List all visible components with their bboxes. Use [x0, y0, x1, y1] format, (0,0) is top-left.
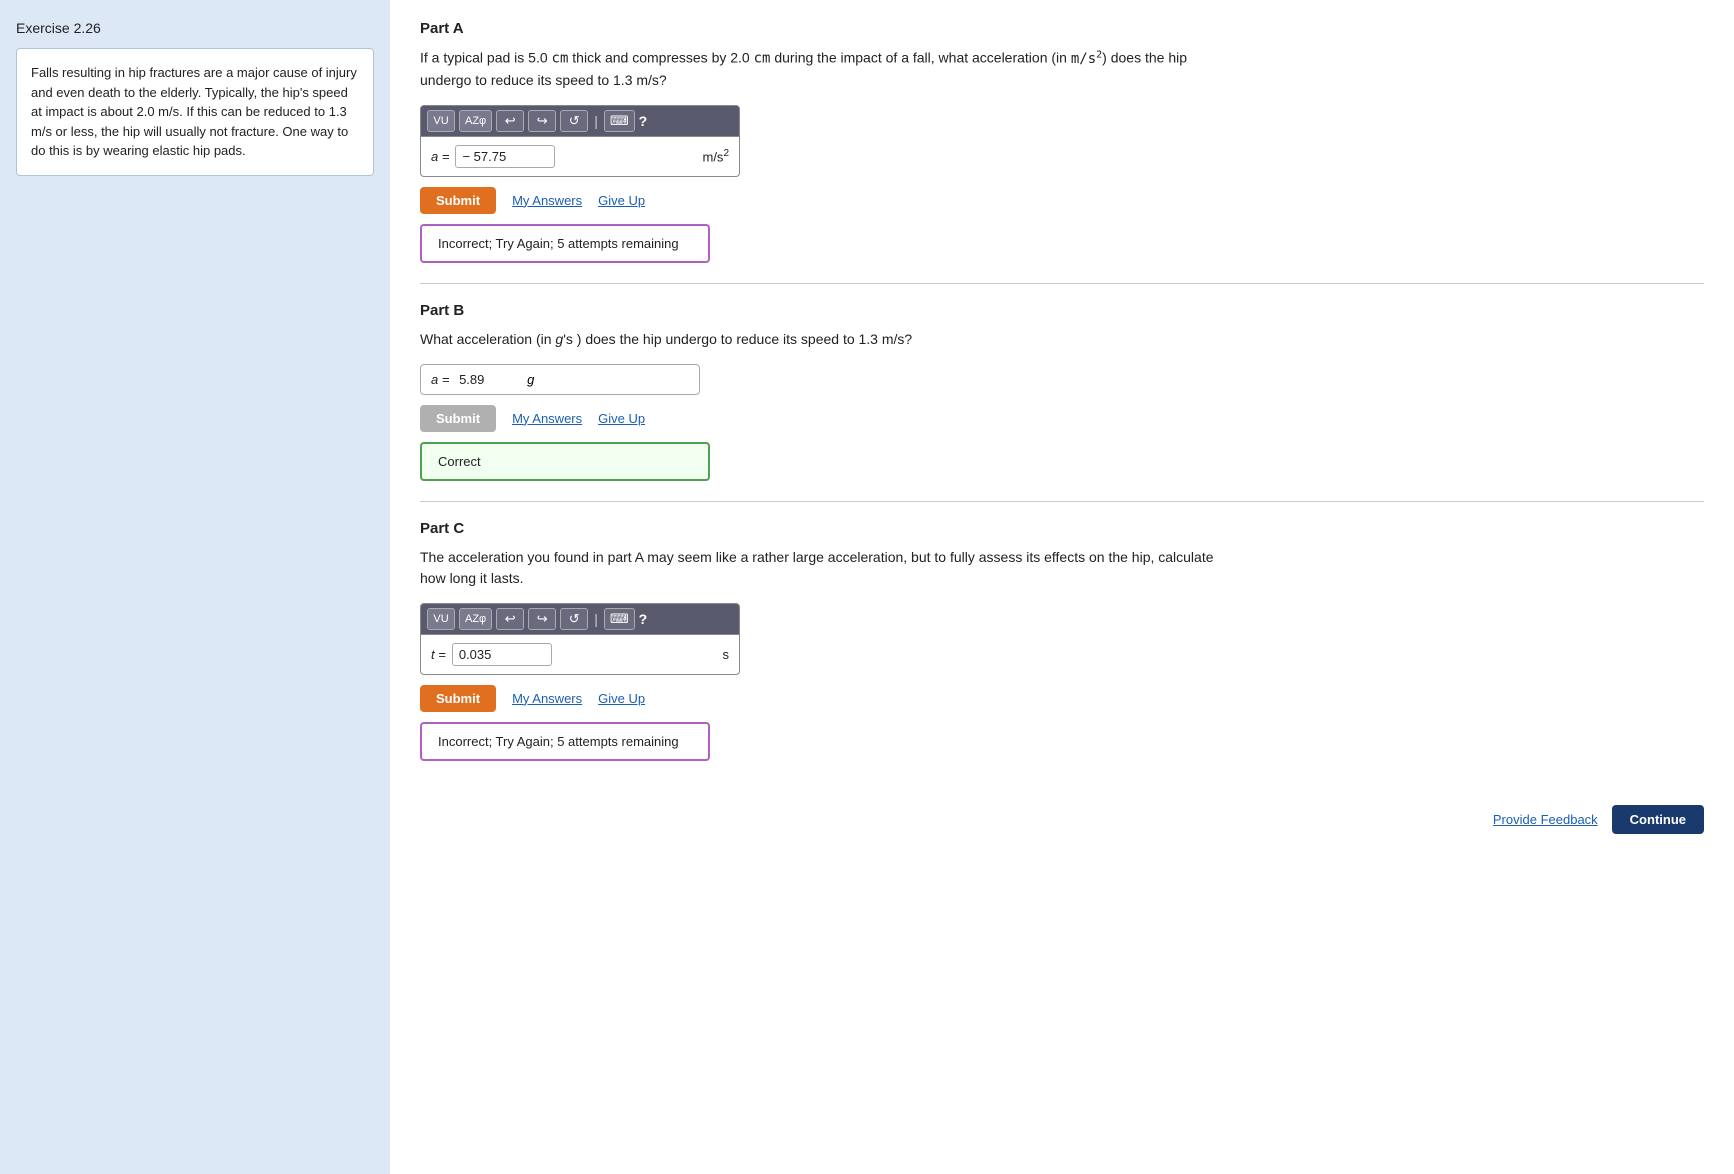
part-c-question: The acceleration you found in part A may… — [420, 547, 1240, 589]
part-a-feedback: Incorrect; Try Again; 5 attempts remaini… — [420, 224, 710, 263]
part-a-submit-button[interactable]: Submit — [420, 187, 496, 214]
part-b-input-label: a = — [431, 372, 453, 387]
part-a-toolbar-reset[interactable]: ↺ — [560, 110, 588, 132]
part-c-input-row: t = s — [420, 635, 740, 675]
part-a-my-answers-button[interactable]: My Answers — [512, 193, 582, 208]
part-b-question: What acceleration (in g's ) does the hip… — [420, 329, 1240, 350]
part-a-toolbar-btn2[interactable]: AZφ — [459, 110, 492, 132]
part-c-feedback: Incorrect; Try Again; 5 attempts remaini… — [420, 722, 710, 761]
part-b-section: Part B What acceleration (in g's ) does … — [420, 284, 1704, 502]
provide-feedback-button[interactable]: Provide Feedback — [1493, 812, 1598, 827]
part-a-toolbar-keyboard[interactable]: ⌨ — [604, 110, 635, 132]
part-a-input-row: a = m/s2 — [420, 137, 740, 177]
part-a-buttons-row: Submit My Answers Give Up — [420, 187, 1704, 214]
part-b-my-answers-button[interactable]: My Answers — [512, 411, 582, 426]
part-c-give-up-button[interactable]: Give Up — [598, 691, 645, 706]
part-b-unit: g — [527, 372, 534, 387]
main-content: Part A If a typical pad is 5.0 cm thick … — [390, 0, 1734, 1174]
part-b-feedback: Correct — [420, 442, 710, 481]
part-b-input-row: a = g — [420, 364, 700, 395]
part-b-submit-button[interactable]: Submit — [420, 405, 496, 432]
part-c-toolbar-reset[interactable]: ↺ — [560, 608, 588, 630]
part-c-toolbar-undo[interactable]: ↩ — [496, 608, 524, 630]
part-c-input[interactable] — [452, 643, 552, 666]
part-b-buttons-row: Submit My Answers Give Up — [420, 405, 1704, 432]
part-c-toolbar-divider: | — [594, 611, 598, 627]
part-c-toolbar-btn2[interactable]: AZφ — [459, 608, 492, 630]
part-a-unit: m/s2 — [702, 148, 729, 164]
part-c-my-answers-button[interactable]: My Answers — [512, 691, 582, 706]
part-a-label: Part A — [420, 20, 1704, 37]
part-a-toolbar-undo[interactable]: ↩ — [496, 110, 524, 132]
part-c-unit: s — [723, 647, 730, 662]
part-c-label: Part C — [420, 520, 1704, 537]
bottom-bar: Provide Feedback Continue — [420, 805, 1704, 834]
part-c-toolbar-btn1[interactable]: VU — [427, 608, 455, 630]
part-b-input-container: a = g — [420, 364, 1704, 395]
part-a-give-up-button[interactable]: Give Up — [598, 193, 645, 208]
part-c-toolbar-keyboard[interactable]: ⌨ — [604, 608, 635, 630]
part-a-math-toolbar: VU AZφ ↩ ↪ ↺ | ⌨ ? — [420, 105, 740, 137]
part-c-buttons-row: Submit My Answers Give Up — [420, 685, 1704, 712]
part-a-section: Part A If a typical pad is 5.0 cm thick … — [420, 20, 1704, 284]
continue-button[interactable]: Continue — [1612, 805, 1704, 834]
part-a-input[interactable] — [455, 145, 555, 168]
context-box: Falls resulting in hip fractures are a m… — [16, 48, 374, 176]
part-a-toolbar-help[interactable]: ? — [639, 113, 648, 129]
exercise-title: Exercise 2.26 — [16, 20, 374, 36]
part-b-input[interactable] — [459, 372, 519, 387]
part-c-submit-button[interactable]: Submit — [420, 685, 496, 712]
part-c-section: Part C The acceleration you found in par… — [420, 502, 1704, 781]
part-a-toolbar-divider: | — [594, 113, 598, 129]
part-c-input-label: t = — [431, 647, 446, 662]
part-b-label: Part B — [420, 302, 1704, 319]
part-a-input-label: a = — [431, 149, 449, 164]
part-a-toolbar-redo[interactable]: ↪ — [528, 110, 556, 132]
part-c-toolbar-help[interactable]: ? — [639, 611, 648, 627]
part-c-math-toolbar: VU AZφ ↩ ↪ ↺ | ⌨ ? — [420, 603, 740, 635]
part-a-toolbar-btn1[interactable]: VU — [427, 110, 455, 132]
context-text: Falls resulting in hip fractures are a m… — [31, 65, 357, 158]
part-c-toolbar-redo[interactable]: ↪ — [528, 608, 556, 630]
part-a-question: If a typical pad is 5.0 cm thick and com… — [420, 47, 1240, 91]
part-b-give-up-button[interactable]: Give Up — [598, 411, 645, 426]
sidebar: Exercise 2.26 Falls resulting in hip fra… — [0, 0, 390, 1174]
